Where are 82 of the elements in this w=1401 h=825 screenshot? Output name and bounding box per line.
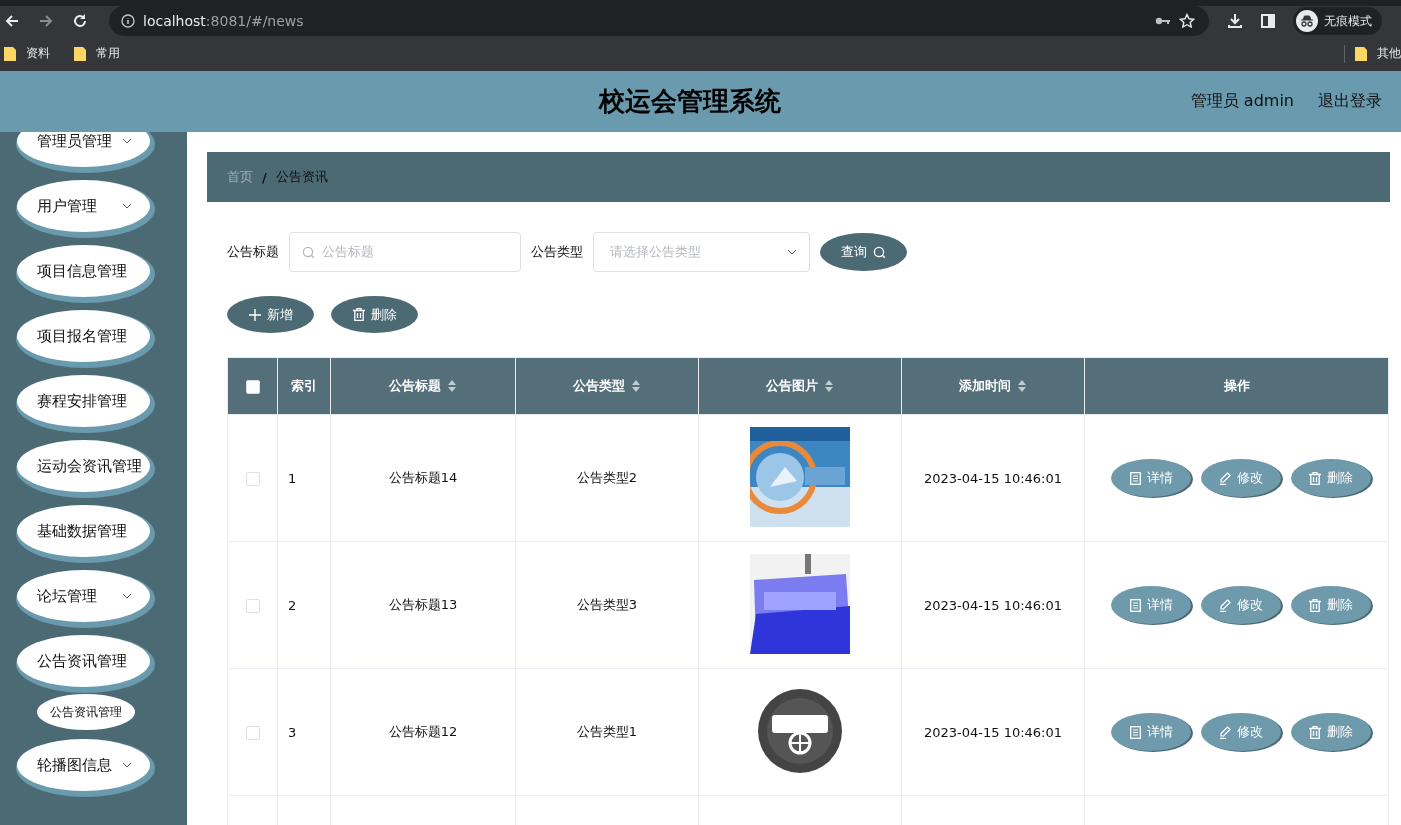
table-cell: 2023-04-15 10:46:01	[923, 470, 1063, 486]
table-cell: 3	[288, 724, 297, 740]
table-cell: 公告标题12	[388, 724, 458, 739]
reload-icon[interactable]	[72, 13, 88, 29]
table-cell: 2023-04-15 10:46:01	[923, 597, 1063, 613]
column-header: 索引	[291, 377, 317, 395]
table-cell: 2	[288, 597, 297, 613]
sort-icon[interactable]	[631, 379, 641, 393]
sort-icon[interactable]	[1017, 379, 1027, 393]
delete-button[interactable]: 删除	[1291, 586, 1371, 624]
breadcrumb-item: 公告资讯	[275, 168, 328, 186]
add-button[interactable]: 新增	[227, 296, 314, 333]
logout-link[interactable]: 退出登录	[1318, 91, 1382, 112]
chevron-icon	[122, 203, 132, 209]
sort-icon[interactable]	[447, 379, 457, 393]
table-cell: 2023-04-15 10:46:01	[923, 724, 1063, 740]
incognito-icon	[1296, 10, 1318, 32]
key-icon[interactable]	[1155, 16, 1171, 26]
address-bar[interactable]: localhost:8081/#/news	[109, 6, 1209, 36]
pencil-icon	[1219, 598, 1231, 612]
side-panel-icon[interactable]	[1261, 14, 1275, 28]
url-text: localhost:8081/#/news	[143, 13, 305, 29]
delete-button[interactable]: 删除	[1291, 713, 1371, 751]
sidebar-subitem[interactable]: 公告资讯管理	[37, 694, 135, 730]
chevron-icon	[122, 762, 132, 768]
detail-button[interactable]: 详情	[1111, 459, 1191, 497]
table-cell: 公告类型2	[576, 470, 638, 485]
column-header[interactable]: 公告图片	[766, 377, 818, 395]
profile-button[interactable]: 无痕模式	[1293, 7, 1382, 35]
folder-icon	[1355, 46, 1367, 61]
row-checkbox[interactable]	[245, 598, 260, 613]
document-icon	[1129, 725, 1141, 739]
star-icon[interactable]	[1179, 13, 1195, 29]
bookmark[interactable]: 资料	[26, 45, 50, 62]
sort-icon[interactable]	[824, 379, 834, 393]
document-icon	[1129, 598, 1141, 612]
detail-button[interactable]: 详情	[1111, 586, 1191, 624]
edit-button[interactable]: 修改	[1201, 586, 1281, 624]
back-icon[interactable]	[4, 13, 20, 29]
table-cell: 公告标题14	[388, 470, 458, 485]
column-header[interactable]: 公告标题	[389, 377, 441, 395]
row-checkbox[interactable]	[245, 471, 260, 486]
column-header[interactable]: 公告类型	[573, 377, 625, 395]
field-label: 公告类型	[531, 243, 583, 261]
pencil-icon	[1219, 471, 1231, 485]
select-all-checkbox[interactable]	[245, 379, 260, 394]
chevron-icon	[122, 593, 132, 599]
table-cell: 公告类型1	[576, 724, 638, 739]
search-icon	[302, 245, 315, 259]
query-button[interactable]: 查询	[820, 233, 907, 271]
delete-icon	[1309, 725, 1321, 739]
table-cell: 公告标题13	[388, 597, 458, 612]
row-checkbox[interactable]	[245, 725, 260, 740]
app-title: 校运会管理系统	[597, 85, 783, 118]
user-label: 管理员 admin	[1190, 91, 1294, 112]
search-icon	[873, 245, 886, 259]
pencil-icon	[1219, 725, 1231, 739]
delete-icon	[1309, 598, 1321, 612]
chevron-icon	[787, 249, 797, 255]
table-cell: 1	[288, 470, 297, 486]
breadcrumb-separator: /	[262, 169, 267, 185]
delete-button[interactable]: 删除	[331, 296, 418, 333]
forward-icon[interactable]	[38, 13, 54, 29]
bookmark[interactable]: 其他	[1377, 45, 1401, 62]
column-header: 操作	[1223, 377, 1250, 395]
table-cell: 公告类型3	[576, 597, 638, 612]
folder-icon	[4, 46, 16, 61]
download-icon[interactable]	[1227, 13, 1243, 29]
field-label: 公告标题	[227, 243, 279, 261]
plus-icon	[248, 308, 261, 321]
edit-button[interactable]: 修改	[1201, 713, 1281, 751]
edit-button[interactable]: 修改	[1201, 459, 1281, 497]
info-icon[interactable]	[121, 14, 135, 28]
folder-icon	[74, 46, 86, 61]
chevron-icon	[122, 138, 132, 144]
bookmark[interactable]: 常用	[96, 45, 120, 62]
delete-button[interactable]: 删除	[1291, 459, 1371, 497]
detail-button[interactable]: 详情	[1111, 713, 1191, 751]
delete-icon	[1309, 471, 1321, 485]
delete-icon	[352, 308, 365, 321]
column-header[interactable]: 添加时间	[959, 377, 1011, 395]
document-icon	[1129, 471, 1141, 485]
